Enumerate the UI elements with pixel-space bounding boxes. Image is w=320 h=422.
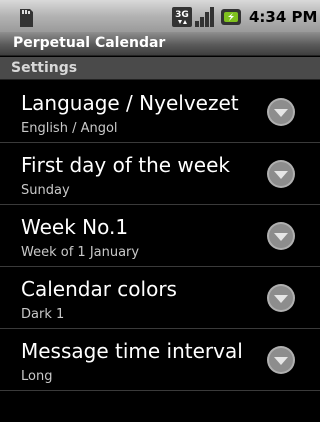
dropdown-arrow-icon[interactable] (266, 159, 296, 189)
network-label: 3G (175, 10, 189, 20)
setting-title: Message time interval (21, 339, 243, 363)
sd-card-icon (20, 9, 33, 27)
setting-title: Language / Nyelvezet (21, 91, 239, 115)
settings-list: Language / Nyelvezet English / Angol Fir… (0, 81, 320, 391)
setting-week-no-1[interactable]: Week No.1 Week of 1 January (0, 205, 320, 267)
signal-icon (195, 7, 214, 27)
setting-calendar-colors[interactable]: Calendar colors Dark 1 (0, 267, 320, 329)
section-title: Settings (11, 60, 78, 76)
status-time: 4:34 PM (249, 8, 318, 26)
dropdown-arrow-icon[interactable] (266, 221, 296, 251)
dropdown-arrow-icon[interactable] (266, 283, 296, 313)
setting-value: English / Angol (21, 121, 118, 136)
setting-title: Calendar colors (21, 277, 177, 301)
setting-value: Sunday (21, 183, 70, 198)
section-header: Settings (0, 57, 320, 80)
dropdown-arrow-icon[interactable] (266, 345, 296, 375)
setting-message-time-interval[interactable]: Message time interval Long (0, 329, 320, 391)
app-title-bar: Perpetual Calendar (0, 32, 320, 56)
setting-title: Week No.1 (21, 215, 129, 239)
dropdown-arrow-icon[interactable] (266, 97, 296, 127)
app-title: Perpetual Calendar (13, 35, 166, 51)
setting-title: First day of the week (21, 153, 230, 177)
setting-value: Long (21, 369, 53, 384)
setting-first-day-of-week[interactable]: First day of the week Sunday (0, 143, 320, 205)
battery-icon (221, 9, 241, 25)
setting-value: Dark 1 (21, 307, 65, 322)
3g-icon: 3G (172, 7, 192, 27)
status-bar: 3G 4:34 PM (0, 0, 320, 32)
setting-language[interactable]: Language / Nyelvezet English / Angol (0, 81, 320, 143)
setting-value: Week of 1 January (21, 245, 140, 260)
